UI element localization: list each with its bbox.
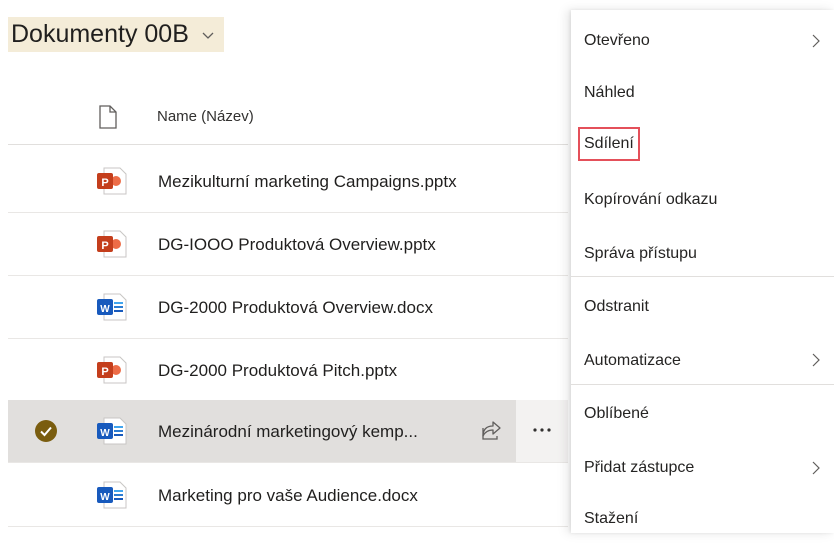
word-file-icon: W <box>97 417 127 445</box>
menu-item-label: Přidat zástupce <box>584 459 695 476</box>
more-horizontal-icon <box>533 428 551 432</box>
word-file-icon: W <box>97 293 127 321</box>
document-type-icon[interactable] <box>98 105 118 129</box>
svg-text:W: W <box>100 304 110 315</box>
library-title-button[interactable]: Dokumenty 00B <box>8 17 224 52</box>
menu-item-manage-access[interactable]: Správa přístupu <box>571 229 834 279</box>
menu-item-download[interactable]: Stažení <box>571 494 834 544</box>
powerpoint-file-icon: P <box>97 356 127 384</box>
menu-item-delete[interactable]: Odstranit <box>571 282 834 332</box>
menu-item-label: Náhled <box>584 84 635 101</box>
svg-text:W: W <box>100 428 110 439</box>
library-title: Dokumenty 00B <box>11 20 189 48</box>
more-actions-button[interactable] <box>516 400 568 462</box>
menu-item-label: Kopírování odkazu <box>584 191 718 208</box>
menu-item-label: Oblíbené <box>584 405 649 422</box>
library-header: Dokumenty 00B <box>8 17 224 52</box>
file-name[interactable]: DG-IOOO Produktová Overview.pptx <box>158 235 436 255</box>
table-row-selected[interactable]: W Mezinárodní marketingový kemp... <box>8 400 568 463</box>
svg-text:P: P <box>101 177 108 189</box>
powerpoint-file-icon: P <box>97 167 127 195</box>
table-row[interactable]: P DG-2000 Produktová Pitch.pptx <box>8 339 568 402</box>
file-name[interactable]: Mezinárodní marketingový kemp... <box>158 422 418 442</box>
file-name[interactable]: Marketing pro vaše Audience.docx <box>158 486 418 506</box>
menu-item-open[interactable]: Otevřeno <box>571 16 834 66</box>
table-row[interactable]: P DG-IOOO Produktová Overview.pptx <box>8 213 568 276</box>
svg-text:P: P <box>101 240 108 252</box>
menu-item-preview[interactable]: Náhled <box>571 67 834 117</box>
menu-item-label: Automatizace <box>584 352 681 369</box>
chevron-down-icon <box>202 32 214 39</box>
context-menu: Otevřeno Náhled Sdílení Kopírování odkaz… <box>571 10 834 533</box>
menu-item-share[interactable]: Sdílení <box>571 118 834 168</box>
file-name[interactable]: Mezikulturní marketing Campaigns.pptx <box>158 172 457 192</box>
menu-item-favorite[interactable]: Oblíbené <box>571 390 834 440</box>
checkmark-circle-icon[interactable] <box>34 419 58 443</box>
chevron-right-icon <box>812 353 820 367</box>
menu-item-add-shortcut[interactable]: Přidat zástupce <box>571 443 834 493</box>
menu-item-label: Sdílení <box>578 127 640 161</box>
menu-item-label: Odstranit <box>584 298 649 315</box>
chevron-right-icon <box>812 461 820 475</box>
menu-item-automate[interactable]: Automatizace <box>571 335 834 385</box>
svg-text:P: P <box>101 366 108 378</box>
file-name[interactable]: DG-2000 Produktová Pitch.pptx <box>158 361 397 381</box>
table-row[interactable]: W Marketing pro vaše Audience.docx <box>8 464 568 527</box>
share-icon[interactable] <box>480 419 502 441</box>
svg-text:W: W <box>100 492 110 503</box>
menu-item-label: Stažení <box>584 510 639 527</box>
column-header-name[interactable]: Name (Název) <box>157 108 254 125</box>
chevron-right-icon <box>812 34 820 48</box>
file-name[interactable]: DG-2000 Produktová Overview.docx <box>158 298 433 318</box>
menu-item-label: Otevřeno <box>584 32 650 49</box>
table-row[interactable]: P Mezikulturní marketing Campaigns.pptx <box>8 150 568 213</box>
powerpoint-file-icon: P <box>97 230 127 258</box>
column-header-row: Name (Název) <box>8 88 568 145</box>
table-row[interactable]: W DG-2000 Produktová Overview.docx <box>8 276 568 339</box>
menu-separator <box>571 384 834 385</box>
menu-separator <box>571 276 834 277</box>
word-file-icon: W <box>97 481 127 509</box>
menu-item-label: Správa přístupu <box>584 245 697 262</box>
menu-item-copy-link[interactable]: Kopírování odkazu <box>571 175 834 225</box>
